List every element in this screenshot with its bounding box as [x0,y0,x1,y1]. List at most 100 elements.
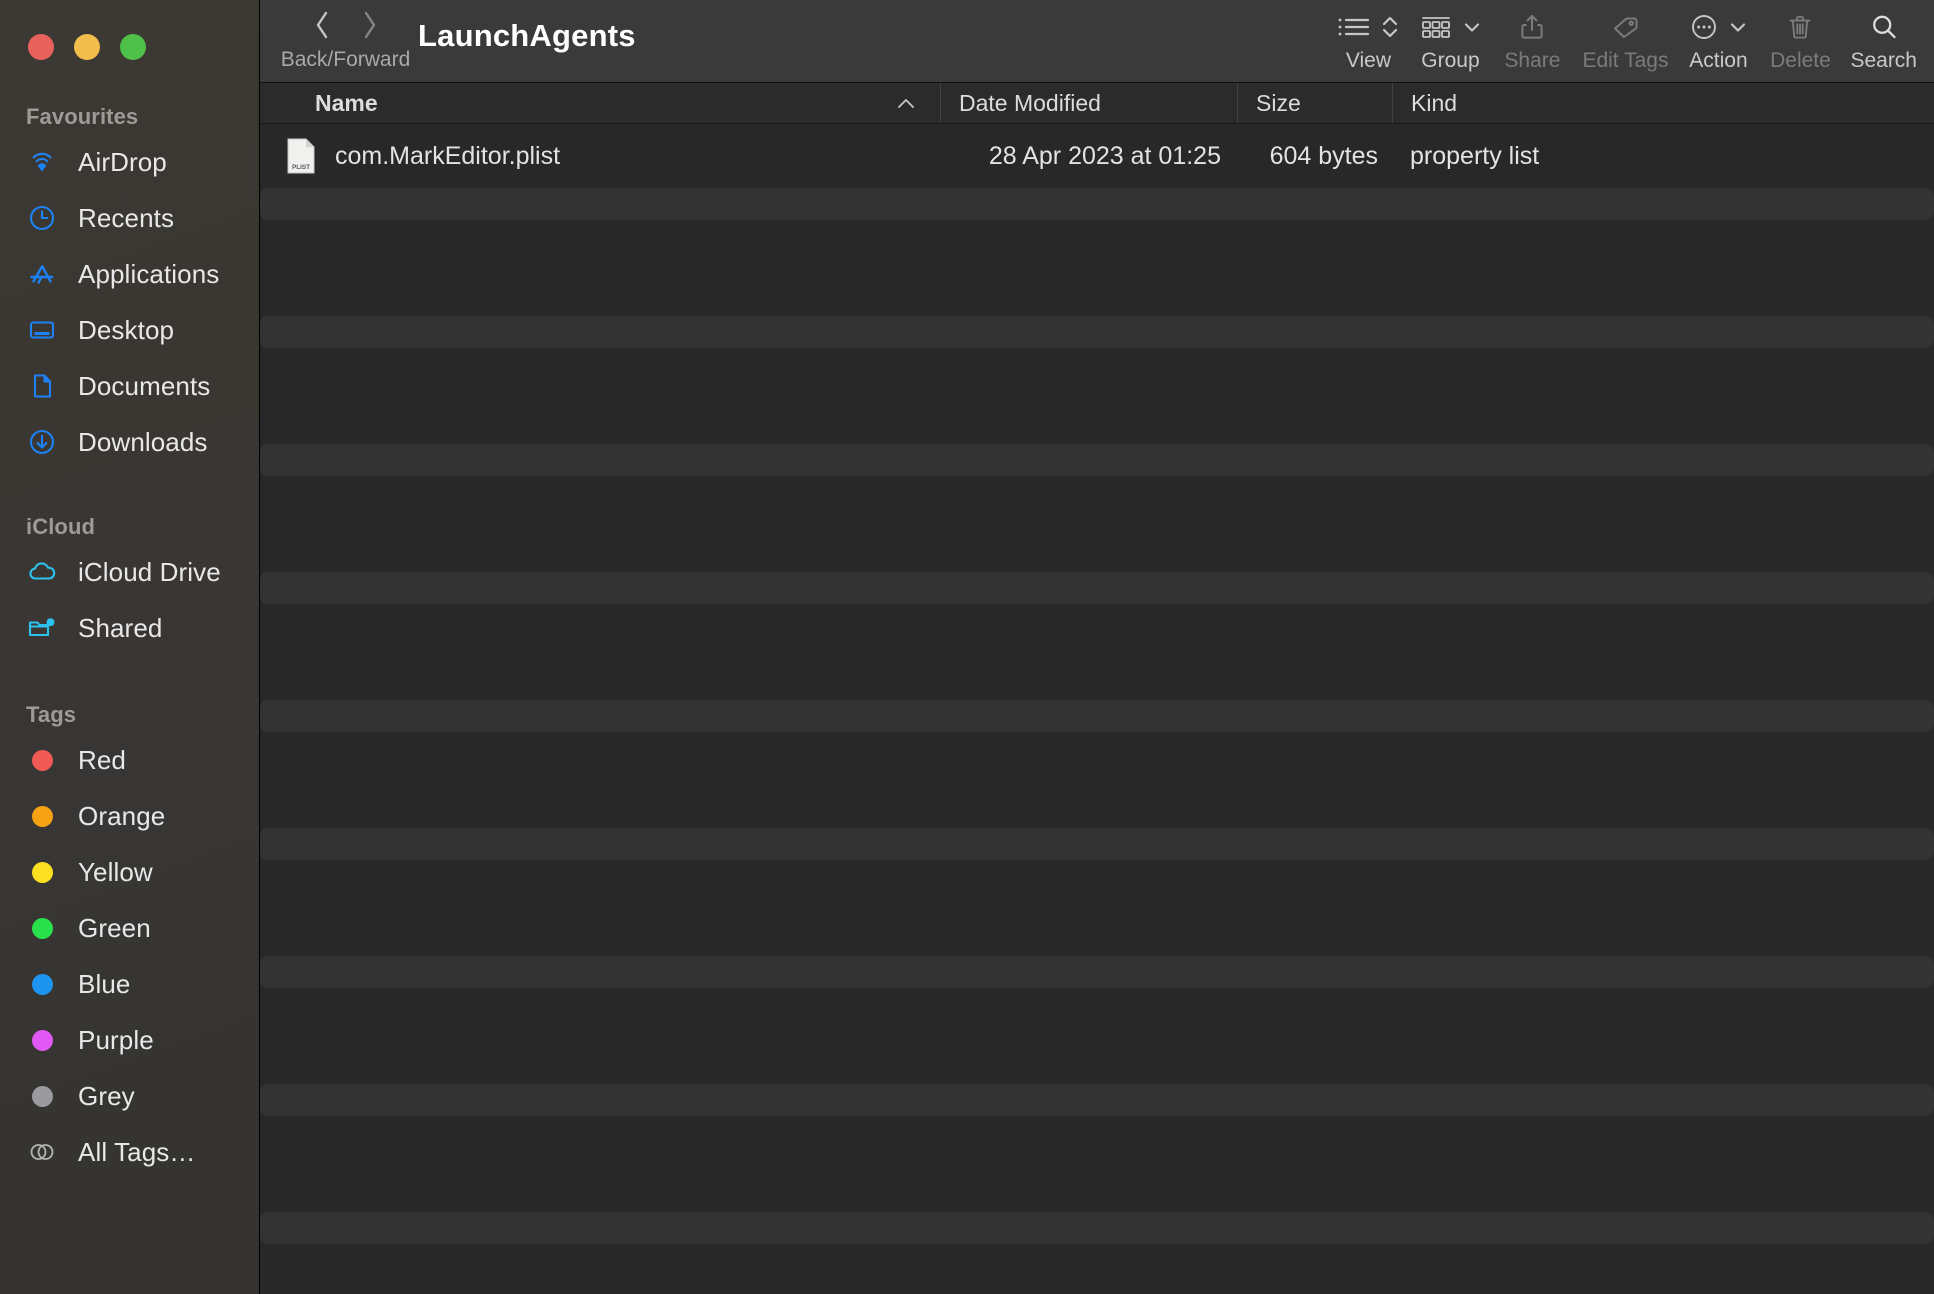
traffic-lights [0,0,259,60]
file-rows: PLIST com.MarkEditor.plist 28 Apr 2023 a… [260,124,1934,188]
sidebar-item-tag-grey[interactable]: Grey [0,1068,259,1124]
close-window-button[interactable] [28,34,54,60]
sidebar: Favourites AirDrop Recents Applications … [0,0,260,1294]
edit-tags-button[interactable]: Edit Tags [1573,5,1677,72]
action-button[interactable]: Action [1677,5,1759,72]
row-stripes [260,124,1934,1294]
sidebar-item-label: Recents [78,202,175,233]
column-header-size[interactable]: Size [1237,83,1392,123]
sidebar-item-tag-yellow[interactable]: Yellow [0,844,259,900]
toolbar-button-label: Action [1689,49,1748,72]
column-header-label: Kind [1411,89,1458,116]
sidebar-item-documents[interactable]: Documents [0,358,259,414]
sidebar-item-label: Yellow [78,856,153,887]
sidebar-item-label: Desktop [78,314,175,345]
ellipsis-circle-icon [1689,12,1719,42]
sidebar-item-label: Orange [78,800,166,831]
sidebar-item-desktop[interactable]: Desktop [0,302,259,358]
back-button[interactable] [311,8,333,47]
sidebar-item-downloads[interactable]: Downloads [0,414,259,470]
file-list[interactable]: PLIST com.MarkEditor.plist 28 Apr 2023 a… [260,124,1934,1294]
tag-dot-blue-icon [26,968,58,1000]
column-header-label: Size [1256,89,1301,116]
column-header-kind[interactable]: Kind [1392,83,1934,123]
group-button[interactable]: Group [1409,5,1491,72]
sidebar-item-label: All Tags… [78,1136,196,1167]
sidebar-section-icloud-list: iCloud Drive Shared [0,544,259,656]
plist-file-icon: PLIST [285,137,317,175]
cloud-icon [26,556,58,588]
page-title: LaunchAgents [418,18,636,53]
toolbar-button-label: View [1345,49,1392,72]
back-forward-group: Back/Forward [278,6,413,71]
sidebar-section-tags-list: Red Orange Yellow Green Blue Purple Grey… [0,732,259,1180]
sidebar-item-shared[interactable]: Shared [0,600,259,656]
share-icon [1517,12,1547,42]
tag-dot-yellow-icon [26,856,58,888]
sidebar-item-recents[interactable]: Recents [0,190,259,246]
sidebar-item-label: AirDrop [78,146,167,177]
finder-window: Favourites AirDrop Recents Applications … [0,0,1934,1294]
sidebar-section-favourites-title: Favourites [26,104,139,129]
toolbar-button-label: Edit Tags [1582,49,1669,72]
desktop-icon [26,314,58,346]
tag-dot-grey-icon [26,1080,58,1112]
minimize-window-button[interactable] [74,34,100,60]
shared-folder-icon [26,612,58,644]
toolbar-button-label: Share [1504,49,1561,72]
sort-ascending-icon [896,90,916,117]
applications-icon [26,258,58,290]
search-icon [1869,12,1899,42]
sidebar-item-label: Blue [78,968,131,999]
sidebar-item-label: Purple [78,1024,154,1055]
forward-button[interactable] [359,8,381,47]
chevron-down-icon [1462,17,1482,37]
download-icon [26,426,58,458]
tag-dot-red-icon [26,744,58,776]
column-header-name[interactable]: Name [260,83,940,123]
sidebar-section-favourites-list: AirDrop Recents Applications Desktop Doc… [0,134,259,470]
sidebar-item-tag-green[interactable]: Green [0,900,259,956]
sidebar-item-tag-red[interactable]: Red [0,732,259,788]
tag-dot-purple-icon [26,1024,58,1056]
chevron-updown-icon [1380,13,1400,41]
table-row[interactable]: PLIST com.MarkEditor.plist 28 Apr 2023 a… [260,124,1934,188]
sidebar-item-label: Red [78,744,126,775]
sidebar-item-all-tags[interactable]: All Tags… [0,1124,259,1180]
back-forward-label: Back/Forward [280,48,411,71]
sidebar-item-label: iCloud Drive [78,556,221,587]
search-button[interactable]: Search [1841,5,1926,72]
sidebar-item-label: Downloads [78,426,208,457]
toolbar: Back/Forward LaunchAgents View Group Sha… [260,0,1934,83]
airdrop-icon [26,146,58,178]
delete-button[interactable]: Delete [1759,5,1841,72]
share-button[interactable]: Share [1491,5,1573,72]
trash-icon [1785,12,1815,42]
sidebar-section-icloud-title: iCloud [26,514,96,539]
view-button[interactable]: View [1327,5,1409,72]
sidebar-item-icloud-drive[interactable]: iCloud Drive [0,544,259,600]
tag-icon [1609,12,1641,42]
column-header-label: Date Modified [959,89,1101,116]
toolbar-button-label: Delete [1770,49,1831,72]
toolbar-button-label: Group [1421,49,1480,72]
toolbar-button-label: Search [1850,49,1917,72]
tag-dot-orange-icon [26,800,58,832]
sidebar-item-tag-purple[interactable]: Purple [0,1012,259,1068]
column-header-row: Name Date Modified Size Kind [260,83,1934,124]
sidebar-item-label: Grey [78,1080,135,1111]
column-header-label: Name [315,89,378,116]
clock-icon [26,202,58,234]
maximize-window-button[interactable] [120,34,146,60]
sidebar-item-airdrop[interactable]: AirDrop [0,134,259,190]
file-name-cell: PLIST com.MarkEditor.plist [260,137,940,175]
tag-dot-green-icon [26,912,58,944]
sidebar-item-tag-blue[interactable]: Blue [0,956,259,1012]
plist-icon-label: PLIST [292,164,310,171]
column-header-date-modified[interactable]: Date Modified [940,83,1237,123]
all-tags-icon [26,1136,58,1168]
sidebar-item-tag-orange[interactable]: Orange [0,788,259,844]
file-name-label: com.MarkEditor.plist [335,141,561,170]
document-icon [26,370,58,402]
sidebar-item-applications[interactable]: Applications [0,246,259,302]
